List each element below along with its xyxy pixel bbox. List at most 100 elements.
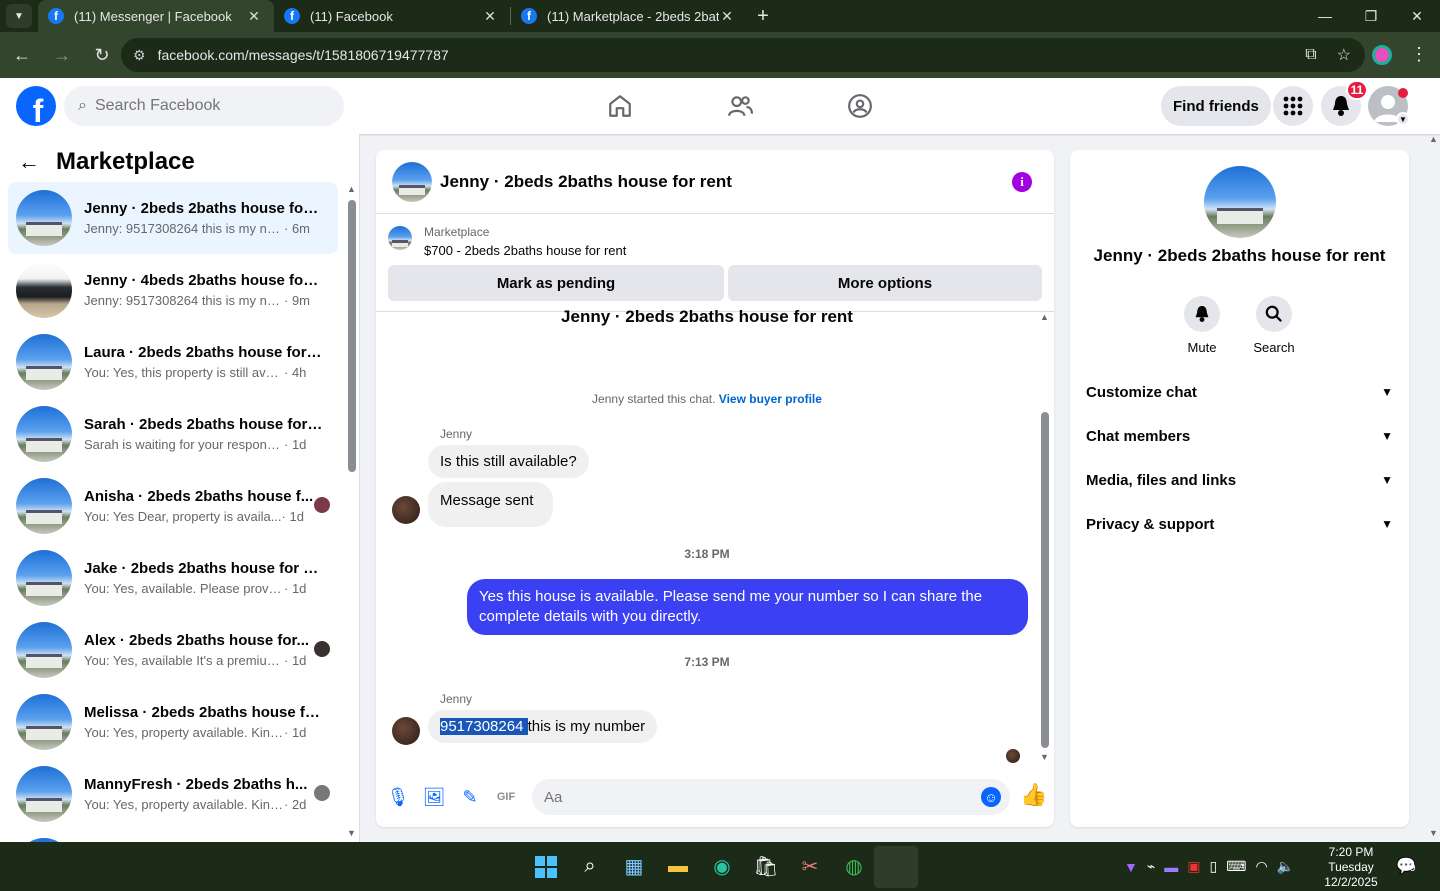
search-input[interactable] bbox=[94, 97, 315, 115]
widgets-icon[interactable]: ▦ bbox=[612, 847, 656, 887]
scroll-down-arrow-icon[interactable]: ▼ bbox=[347, 828, 356, 838]
incoming-message[interactable]: Message sent bbox=[428, 482, 554, 527]
close-tab-icon[interactable]: ✕ bbox=[246, 8, 262, 25]
extension-icon[interactable] bbox=[1372, 45, 1392, 65]
media-files-links-section[interactable]: Media, files and links ▼ bbox=[1086, 460, 1393, 500]
message-input-box[interactable] bbox=[532, 779, 1010, 815]
listing-thumbnail[interactable] bbox=[388, 226, 412, 250]
outgoing-message[interactable]: Yes this house is available. Please send… bbox=[467, 579, 1028, 635]
gif-icon[interactable]: GIF bbox=[488, 791, 524, 803]
scroll-down-arrow-icon[interactable]: ▼ bbox=[1040, 752, 1049, 762]
keyboard-icon[interactable]: ⌨ bbox=[1226, 858, 1246, 875]
tab-search-button[interactable]: ▼ bbox=[0, 0, 38, 32]
page-scrollbar[interactable]: ▲ ▼ bbox=[1428, 134, 1440, 842]
battery-icon[interactable]: ▯ bbox=[1210, 858, 1218, 875]
start-icon[interactable] bbox=[524, 847, 568, 887]
scroll-up-arrow-icon[interactable]: ▲ bbox=[1429, 134, 1438, 144]
more-options-button[interactable]: More options bbox=[728, 265, 1042, 301]
search-box[interactable]: ⌕ bbox=[64, 86, 344, 126]
store-icon[interactable]: 🛍 bbox=[744, 847, 788, 887]
edge-icon[interactable]: ◉ bbox=[700, 847, 744, 887]
emoji-icon[interactable]: ☺ bbox=[981, 787, 1001, 807]
volume-icon[interactable]: 🔈 bbox=[1277, 858, 1294, 875]
conversation-item[interactable]: Jenny · 2beds 2baths house for r... Jenn… bbox=[8, 182, 338, 254]
sticker-icon[interactable]: ✎ bbox=[452, 787, 488, 808]
vpn-icon[interactable]: ▼ bbox=[1124, 859, 1138, 875]
mark-as-pending-button[interactable]: Mark as pending bbox=[388, 265, 724, 301]
minimize-icon[interactable]: — bbox=[1302, 0, 1348, 32]
conversation-item[interactable]: Jenny · 4beds 2baths house for r... Jenn… bbox=[8, 254, 338, 326]
forward-icon[interactable]: → bbox=[44, 37, 80, 73]
photo-icon[interactable]: 🖼 bbox=[416, 787, 452, 808]
wifi-icon[interactable]: ◠ bbox=[1255, 858, 1267, 875]
conversation-item[interactable]: Jake · 2beds 2baths house for rent You: … bbox=[8, 542, 338, 614]
conversation-item[interactable]: MannyFresh · 2beds 2baths h... You: Yes,… bbox=[8, 758, 338, 830]
install-app-icon[interactable]: ⧉ bbox=[1305, 46, 1316, 64]
privacy-support-section[interactable]: Privacy & support ▼ bbox=[1086, 504, 1393, 544]
tab-marketplace[interactable]: f (11) Marketplace - 2beds 2baths ✕ bbox=[511, 0, 747, 32]
chrome-icon[interactable]: ◍ bbox=[832, 847, 876, 887]
incoming-message[interactable]: Is this still available? bbox=[428, 445, 589, 478]
close-window-icon[interactable]: ✕ bbox=[1394, 0, 1440, 32]
chevron-down-icon: ▼ bbox=[6, 4, 32, 28]
scroll-up-arrow-icon[interactable]: ▲ bbox=[1040, 312, 1049, 322]
sender-avatar[interactable] bbox=[392, 496, 420, 524]
facebook-logo-icon[interactable]: f bbox=[16, 86, 56, 126]
friends-nav-button[interactable] bbox=[680, 78, 800, 134]
file-explorer-icon[interactable]: ▬ bbox=[656, 847, 700, 887]
conversation-item[interactable]: Anisha · 2beds 2baths house f... You: Ye… bbox=[8, 470, 338, 542]
conversation-item[interactable]: Sarah · 2beds 2baths house for r... Sara… bbox=[8, 398, 338, 470]
back-icon[interactable]: ← bbox=[4, 37, 40, 73]
scrollbar-thumb[interactable] bbox=[1041, 412, 1049, 748]
mute-button[interactable]: Mute bbox=[1172, 296, 1232, 355]
listing-thumbnail bbox=[16, 550, 72, 606]
sender-avatar[interactable] bbox=[392, 717, 420, 745]
scroll-up-arrow-icon[interactable]: ▲ bbox=[347, 184, 356, 194]
conversation-item[interactable]: Alex · 2beds 2baths house for... You: Ye… bbox=[8, 614, 338, 686]
incoming-message[interactable]: 9517308264 this is my number bbox=[428, 710, 658, 743]
chat-title[interactable]: Jenny · 2beds 2baths house for rent bbox=[440, 172, 732, 192]
groups-nav-button[interactable] bbox=[800, 78, 920, 134]
folder-icon[interactable]: ▬ bbox=[1164, 859, 1178, 875]
notification-center-icon[interactable]: 💬9 bbox=[1396, 856, 1416, 876]
search-icon[interactable]: ⌕ bbox=[568, 847, 612, 887]
site-settings-icon[interactable]: ⚙ bbox=[133, 47, 146, 64]
conversation-item[interactable]: Melissa · 2beds 2baths house fo... You: … bbox=[8, 686, 338, 758]
close-tab-icon[interactable]: ✕ bbox=[482, 8, 498, 25]
chat-scrollbar[interactable]: ▲ ▼ bbox=[1040, 312, 1050, 767]
taskbar-clock[interactable]: 7:20 PM Tuesday 12/2/2025 bbox=[1318, 845, 1384, 890]
home-nav-button[interactable] bbox=[560, 78, 680, 134]
microphone-icon[interactable]: 🎙 bbox=[380, 787, 416, 808]
scroll-down-arrow-icon[interactable]: ▼ bbox=[1429, 828, 1438, 838]
snipping-tool-icon[interactable]: ✂ bbox=[788, 847, 832, 887]
reload-icon[interactable]: ↻ bbox=[84, 37, 120, 73]
browser-menu-icon[interactable]: ⋮ bbox=[1410, 44, 1428, 65]
new-tab-button[interactable]: + bbox=[747, 5, 779, 28]
maximize-icon[interactable]: ❐ bbox=[1348, 0, 1394, 32]
tab-messenger[interactable]: f (11) Messenger | Facebook ✕ bbox=[38, 0, 274, 32]
view-buyer-profile-link[interactable]: View buyer profile bbox=[719, 392, 822, 406]
find-friends-button[interactable]: Find friends bbox=[1161, 86, 1271, 126]
listing-title[interactable]: $700 - 2beds 2baths house for rent bbox=[424, 243, 626, 258]
bookmark-star-icon[interactable]: ☆ bbox=[1337, 45, 1351, 65]
menu-button[interactable] bbox=[1273, 86, 1313, 126]
message-input[interactable] bbox=[544, 788, 964, 806]
chat-members-section[interactable]: Chat members ▼ bbox=[1086, 416, 1393, 456]
back-arrow-icon[interactable]: ← bbox=[18, 149, 40, 175]
conversation-item[interactable]: Laura · 2beds 2baths house for r... You:… bbox=[8, 326, 338, 398]
tab-facebook[interactable]: f (11) Facebook ✕ bbox=[274, 0, 510, 32]
thumbs-up-icon[interactable]: 👍 bbox=[1020, 782, 1047, 808]
app-tray-icon[interactable]: ▣ bbox=[1187, 858, 1200, 875]
chat-avatar[interactable] bbox=[392, 161, 432, 202]
details-avatar[interactable] bbox=[1204, 166, 1276, 238]
scrollbar-thumb[interactable] bbox=[348, 200, 356, 472]
conversation-item[interactable] bbox=[8, 830, 338, 842]
info-icon[interactable]: i bbox=[1012, 172, 1032, 192]
address-bar[interactable]: ⚙ facebook.com/messages/t/15818067194777… bbox=[121, 38, 1365, 72]
search-in-chat-button[interactable]: Search bbox=[1244, 296, 1304, 355]
close-tab-icon[interactable]: ✕ bbox=[719, 8, 735, 25]
customize-chat-section[interactable]: Customize chat ▼ bbox=[1086, 372, 1393, 412]
account-chevron-icon[interactable]: ▼ bbox=[1396, 112, 1410, 126]
hidden-icons-icon[interactable]: ⌁ bbox=[1147, 858, 1155, 875]
sidebar-scrollbar[interactable]: ▲ ▼ bbox=[347, 134, 357, 842]
